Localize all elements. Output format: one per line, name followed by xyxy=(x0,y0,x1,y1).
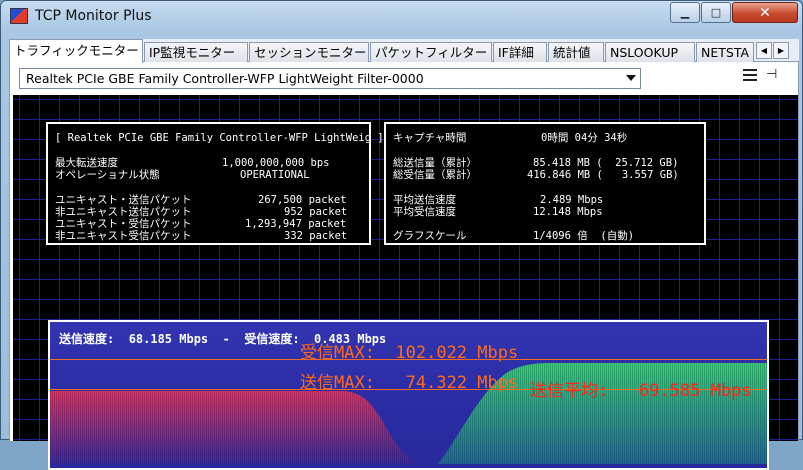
unicast-sent-label: ユニキャスト・送信パケット xyxy=(55,194,192,206)
window-title: TCP Monitor Plus xyxy=(35,8,152,24)
adapter-select-value: Realtek PCIe GBE Family Controller-WFP L… xyxy=(26,71,424,86)
pin-icon[interactable]: ⊣ xyxy=(766,67,777,82)
recv-speed-label: 受信速度: xyxy=(244,332,300,346)
send-max-label: 送信MAX: 74.322 Mbps xyxy=(300,373,519,393)
send-speed-label: 送信速度: xyxy=(59,332,115,346)
unicast-sent-value: 267,500 packet xyxy=(258,194,347,206)
maximize-button[interactable]: □ xyxy=(701,2,731,23)
tab-statistics[interactable]: 統計値 xyxy=(548,42,604,62)
adapter-select[interactable]: Realtek PCIe GBE Family Controller-WFP L… xyxy=(19,68,641,89)
traffic-monitor-display: [ Realtek PCIe GBE Family Controller-WFP… xyxy=(13,95,798,470)
total-sent-value: 85.418 MB ( 25.712 GB) xyxy=(533,157,679,169)
tab-netstat[interactable]: NETSTA xyxy=(696,42,754,62)
total-sent-label: 総送信量（累計） xyxy=(393,157,477,169)
capture-time-value: 0時間 04分 34秒 xyxy=(541,132,628,144)
app-window: TCP Monitor Plus ▁ □ ✕ トラフィックモニター IP監視モニ… xyxy=(0,0,803,470)
tab-packet-filter[interactable]: パケットフィルター xyxy=(370,42,492,62)
nonunicast-recv-label: 非ユニキャスト受信パケット xyxy=(55,230,192,242)
unicast-recv-value: 1,293,947 packet xyxy=(245,218,347,230)
tab-bar: トラフィックモニター IP監視モニター セッションモニター パケットフィルター … xyxy=(9,39,799,63)
graph-scale-value: 1/4096 倍 (自動) xyxy=(533,230,635,242)
capture-stats-box: キャプチャ時間 0時間 04分 34秒 総送信量（累計） 85.418 MB (… xyxy=(384,122,706,245)
avg-recv-value: 12.148 Mbps xyxy=(533,206,603,218)
recv-max-label: 受信MAX: 102.022 Mbps xyxy=(300,343,519,363)
nonunicast-sent-value: 952 packet xyxy=(284,206,348,218)
traffic-monitor-panel: Realtek PCIe GBE Family Controller-WFP L… xyxy=(9,62,799,470)
unicast-recv-label: ユニキャスト・受信パケット xyxy=(55,218,192,230)
tab-session-monitor[interactable]: セッションモニター xyxy=(249,42,369,62)
close-button[interactable]: ✕ xyxy=(732,2,798,23)
traffic-graph: 送信速度: 68.185 Mbps - 受信速度: 0.483 Mbps 受信M… xyxy=(48,320,769,470)
total-recv-value: 416.846 MB ( 3.557 GB) xyxy=(527,169,679,181)
send-area-texture xyxy=(50,391,416,464)
avg-send-value: 2.489 Mbps xyxy=(540,194,604,206)
app-icon xyxy=(10,8,28,24)
list-view-icon[interactable] xyxy=(743,69,757,81)
nonunicast-sent-label: 非ユニキャスト送信パケット xyxy=(55,206,192,218)
avg-send-label: 平均送信速度 xyxy=(393,194,456,206)
adapter-info-header: [ Realtek PCIe GBE Family Controller-WFP… xyxy=(55,132,384,144)
speed-separator: - xyxy=(222,332,230,346)
minimize-button[interactable]: ▁ xyxy=(670,2,700,23)
tab-ip-monitor[interactable]: IP監視モニター xyxy=(144,42,248,62)
tab-nslookup[interactable]: NSLOOKUP xyxy=(605,42,695,62)
tab-if-detail[interactable]: IF詳細 xyxy=(493,42,547,62)
total-recv-label: 総受信量（累計） xyxy=(393,169,477,181)
tab-scroll-left-icon[interactable]: ◀ xyxy=(756,42,772,59)
nonunicast-recv-value: 332 packet xyxy=(284,230,348,242)
avg-recv-label: 平均受信速度 xyxy=(393,206,456,218)
adapter-info-box: [ Realtek PCIe GBE Family Controller-WFP… xyxy=(46,122,384,245)
send-speed-value: 68.185 Mbps xyxy=(128,332,209,346)
op-status-value: OPERATIONAL xyxy=(240,169,310,181)
graph-scale-label: グラフスケール xyxy=(393,230,467,242)
max-speed-value: 1,000,000,000 bps xyxy=(222,157,330,169)
op-status-label: オペレーショナル状態 xyxy=(55,169,160,181)
send-avg-label: 送信平均: 69.585 Mbps xyxy=(530,381,752,401)
tab-traffic-monitor[interactable]: トラフィックモニター xyxy=(9,39,143,63)
chevron-down-icon[interactable] xyxy=(626,75,636,81)
capture-time-label: キャプチャ時間 xyxy=(393,132,467,144)
title-bar[interactable]: TCP Monitor Plus ▁ □ ✕ xyxy=(1,1,802,33)
max-speed-label: 最大転送速度 xyxy=(55,157,118,169)
tab-scroll-right-icon[interactable]: ▶ xyxy=(773,42,789,59)
